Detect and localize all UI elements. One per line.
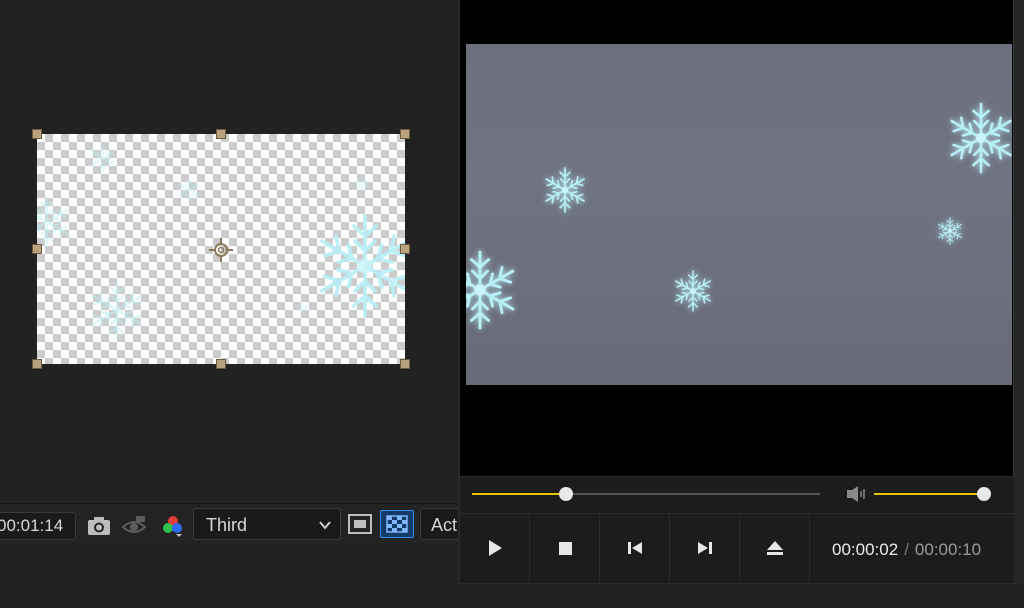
volume-slider[interactable] [874,487,991,501]
stop-button[interactable] [530,514,600,582]
video-frame[interactable] [466,44,1012,385]
play-button[interactable] [460,514,530,582]
seek-handle[interactable] [558,487,573,501]
region-of-interest-icon[interactable] [347,512,373,536]
handle-top-left[interactable] [32,129,42,139]
skip-forward-icon [698,542,712,554]
show-snapshot-icon[interactable] [121,514,147,538]
handle-middle-right[interactable] [400,244,410,254]
play-icon [489,540,502,556]
handle-bottom-right[interactable] [400,359,410,369]
player-controls: 00:00:02 / 00:00:10 [460,476,1014,583]
current-time: 00:00:02 [832,540,899,559]
snapshot-camera-icon[interactable] [86,514,112,538]
composition-viewer[interactable]: 00:01:14 Third Active [0,0,480,608]
chevron-down-icon [319,521,331,530]
view-layout-selected: Third [206,515,248,535]
handle-top-center[interactable] [216,129,226,139]
background-panel-bottom [458,584,1024,608]
transport-buttons: 00:00:02 / 00:00:10 [460,513,1014,584]
anchor-point-icon[interactable] [209,238,233,262]
handle-middle-left[interactable] [32,244,42,254]
previous-button[interactable] [600,514,670,582]
handle-top-right[interactable] [400,129,410,139]
eject-button[interactable] [740,514,810,582]
eject-icon [767,541,783,555]
current-time-display[interactable]: 00:01:14 [0,512,76,540]
time-readout: 00:00:02 / 00:00:10 [832,540,981,560]
volume-handle[interactable] [976,487,991,501]
checkerboard-icon [386,515,408,533]
stop-icon [559,542,572,555]
volume-icon[interactable] [845,485,867,503]
snowflake-video [466,44,1012,385]
media-player-window: 00:00:02 / 00:00:10 [458,0,1014,584]
seek-progress [472,493,566,495]
skip-back-icon [628,542,642,554]
total-duration: 00:00:10 [914,540,982,559]
view-layout-dropdown[interactable]: Third [193,508,341,540]
seek-bar[interactable] [472,487,820,501]
background-panel-edge [1014,0,1024,608]
volume-level [874,493,984,495]
handle-bottom-center[interactable] [216,359,226,369]
next-button[interactable] [670,514,740,582]
time-separator: / [904,540,909,559]
toggle-transparency-grid-button[interactable] [380,510,414,538]
channel-rgb-icon[interactable] [160,514,186,538]
handle-bottom-left[interactable] [32,359,42,369]
